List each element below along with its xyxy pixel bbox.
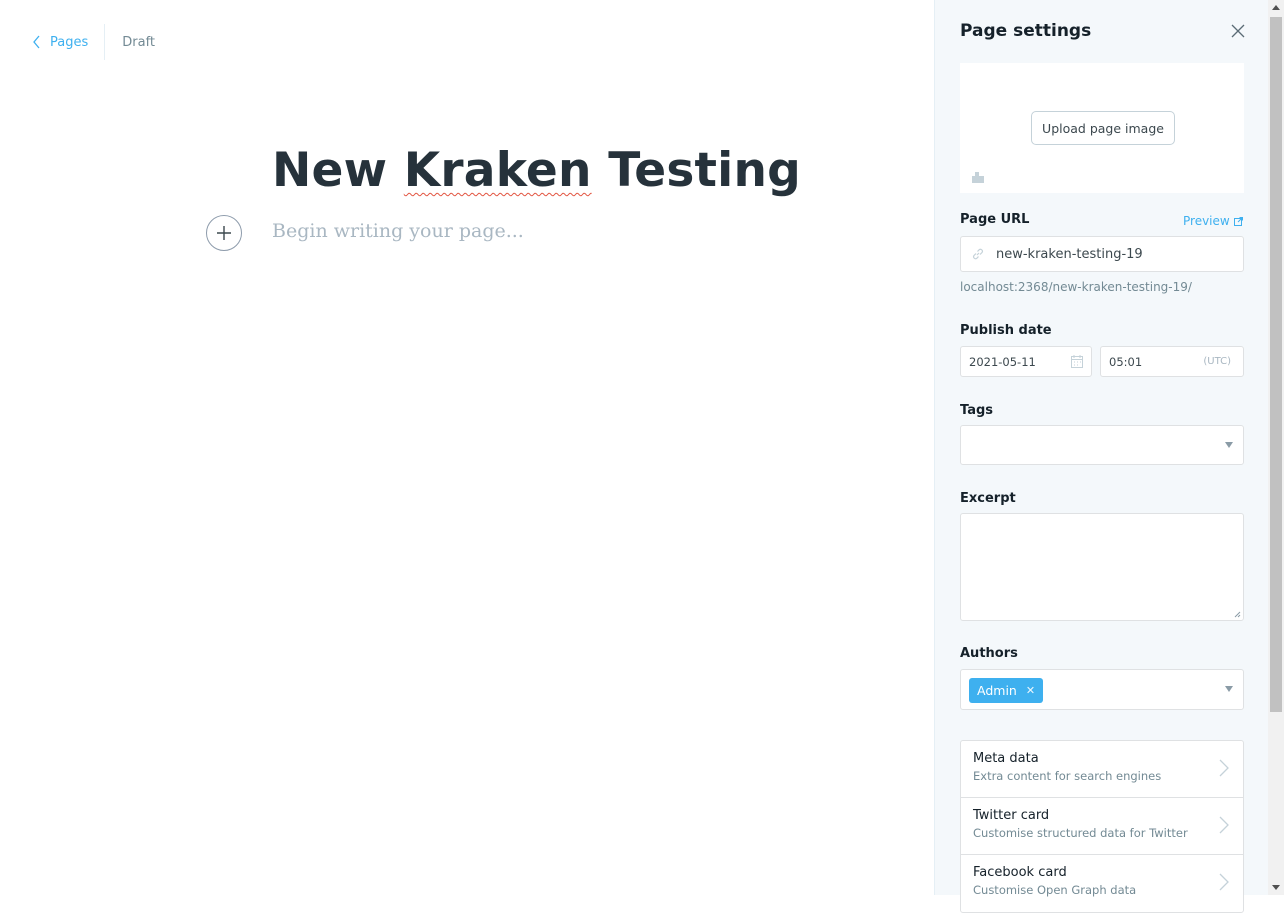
author-token[interactable]: Admin ✕	[969, 678, 1044, 703]
page-body-editor[interactable]: Begin writing your page...	[272, 220, 524, 242]
editor-area: Pages Draft New Kraken Testing Begin wri…	[0, 0, 934, 895]
preview-link[interactable]: Preview	[1183, 214, 1243, 228]
publish-date-value: 2021-05-11	[969, 354, 1036, 369]
excerpt-label: Excerpt	[960, 491, 1016, 506]
nav-item-subtitle: Extra content for search engines	[973, 769, 1162, 783]
panel-scrollbar[interactable]	[1268, 0, 1284, 895]
author-token-label: Admin	[977, 683, 1017, 698]
publish-date-input[interactable]: 2021-05-11	[960, 346, 1092, 377]
page-image-uploader: Upload page image	[960, 63, 1244, 193]
timezone-label: (UTC)	[1203, 356, 1231, 367]
image-placeholder-icon	[972, 172, 984, 183]
external-link-icon	[1233, 216, 1243, 226]
nav-item-title: Twitter card	[973, 808, 1050, 823]
publish-time-value: 05:01	[1109, 354, 1143, 369]
chevron-right-icon	[1219, 873, 1229, 891]
dropdown-caret-icon	[1225, 442, 1233, 448]
panel-title: Page settings	[960, 21, 1092, 41]
scrollbar-thumb[interactable]	[1270, 17, 1282, 712]
settings-panel: Page settings Upload page image Page URL…	[934, 0, 1268, 913]
scroll-down-arrow-icon[interactable]	[1272, 885, 1280, 890]
resize-handle-icon[interactable]	[1233, 610, 1241, 618]
nav-item-title: Facebook card	[973, 865, 1067, 880]
upload-image-button[interactable]: Upload page image	[1031, 111, 1175, 145]
editor-topbar: Pages Draft	[32, 24, 155, 60]
preview-label: Preview	[1183, 214, 1230, 228]
settings-nav-list: Meta data Extra content for search engin…	[960, 740, 1244, 913]
post-status: Draft	[122, 34, 156, 50]
scroll-up-arrow-icon[interactable]	[1272, 5, 1280, 10]
back-to-pages-link[interactable]: Pages	[32, 24, 104, 60]
authors-label: Authors	[960, 646, 1018, 661]
nav-item-title: Meta data	[973, 751, 1039, 766]
publish-date-label: Publish date	[960, 323, 1052, 338]
page-url-value: new-kraken-testing-19	[996, 246, 1143, 262]
chevron-left-icon	[33, 35, 40, 49]
remove-author-icon[interactable]: ✕	[1026, 684, 1035, 697]
plus-icon	[217, 226, 231, 240]
dropdown-caret-icon	[1225, 686, 1233, 692]
link-icon	[973, 248, 983, 260]
nav-item-meta-data[interactable]: Meta data Extra content for search engin…	[961, 741, 1243, 798]
nav-item-subtitle: Customise structured data for Twitter	[973, 826, 1188, 840]
tags-label: Tags	[960, 403, 994, 418]
publish-time-input[interactable]: 05:01 (UTC)	[1100, 346, 1244, 377]
calendar-icon	[1071, 355, 1083, 368]
full-url-text: localhost:2368/new-kraken-testing-19/	[960, 280, 1192, 294]
authors-select[interactable]: Admin ✕	[960, 669, 1244, 710]
nav-item-twitter-card[interactable]: Twitter card Customise structured data f…	[961, 798, 1243, 855]
title-text-start: New	[272, 143, 404, 198]
page-title-input[interactable]: New Kraken Testing	[272, 143, 801, 198]
back-link-label: Pages	[50, 34, 89, 50]
title-text-misspelled: Kraken	[403, 143, 592, 198]
page-url-field[interactable]: new-kraken-testing-19	[960, 236, 1244, 272]
close-icon[interactable]	[1229, 22, 1247, 40]
chevron-right-icon	[1219, 816, 1229, 834]
nav-item-facebook-card[interactable]: Facebook card Customise Open Graph data	[961, 855, 1243, 912]
chevron-right-icon	[1219, 759, 1229, 777]
title-text-end: Testing	[591, 143, 801, 198]
excerpt-textarea[interactable]	[960, 513, 1244, 621]
tags-select[interactable]	[960, 425, 1244, 465]
page-url-label: Page URL	[960, 212, 1030, 227]
add-card-button[interactable]	[206, 215, 242, 251]
